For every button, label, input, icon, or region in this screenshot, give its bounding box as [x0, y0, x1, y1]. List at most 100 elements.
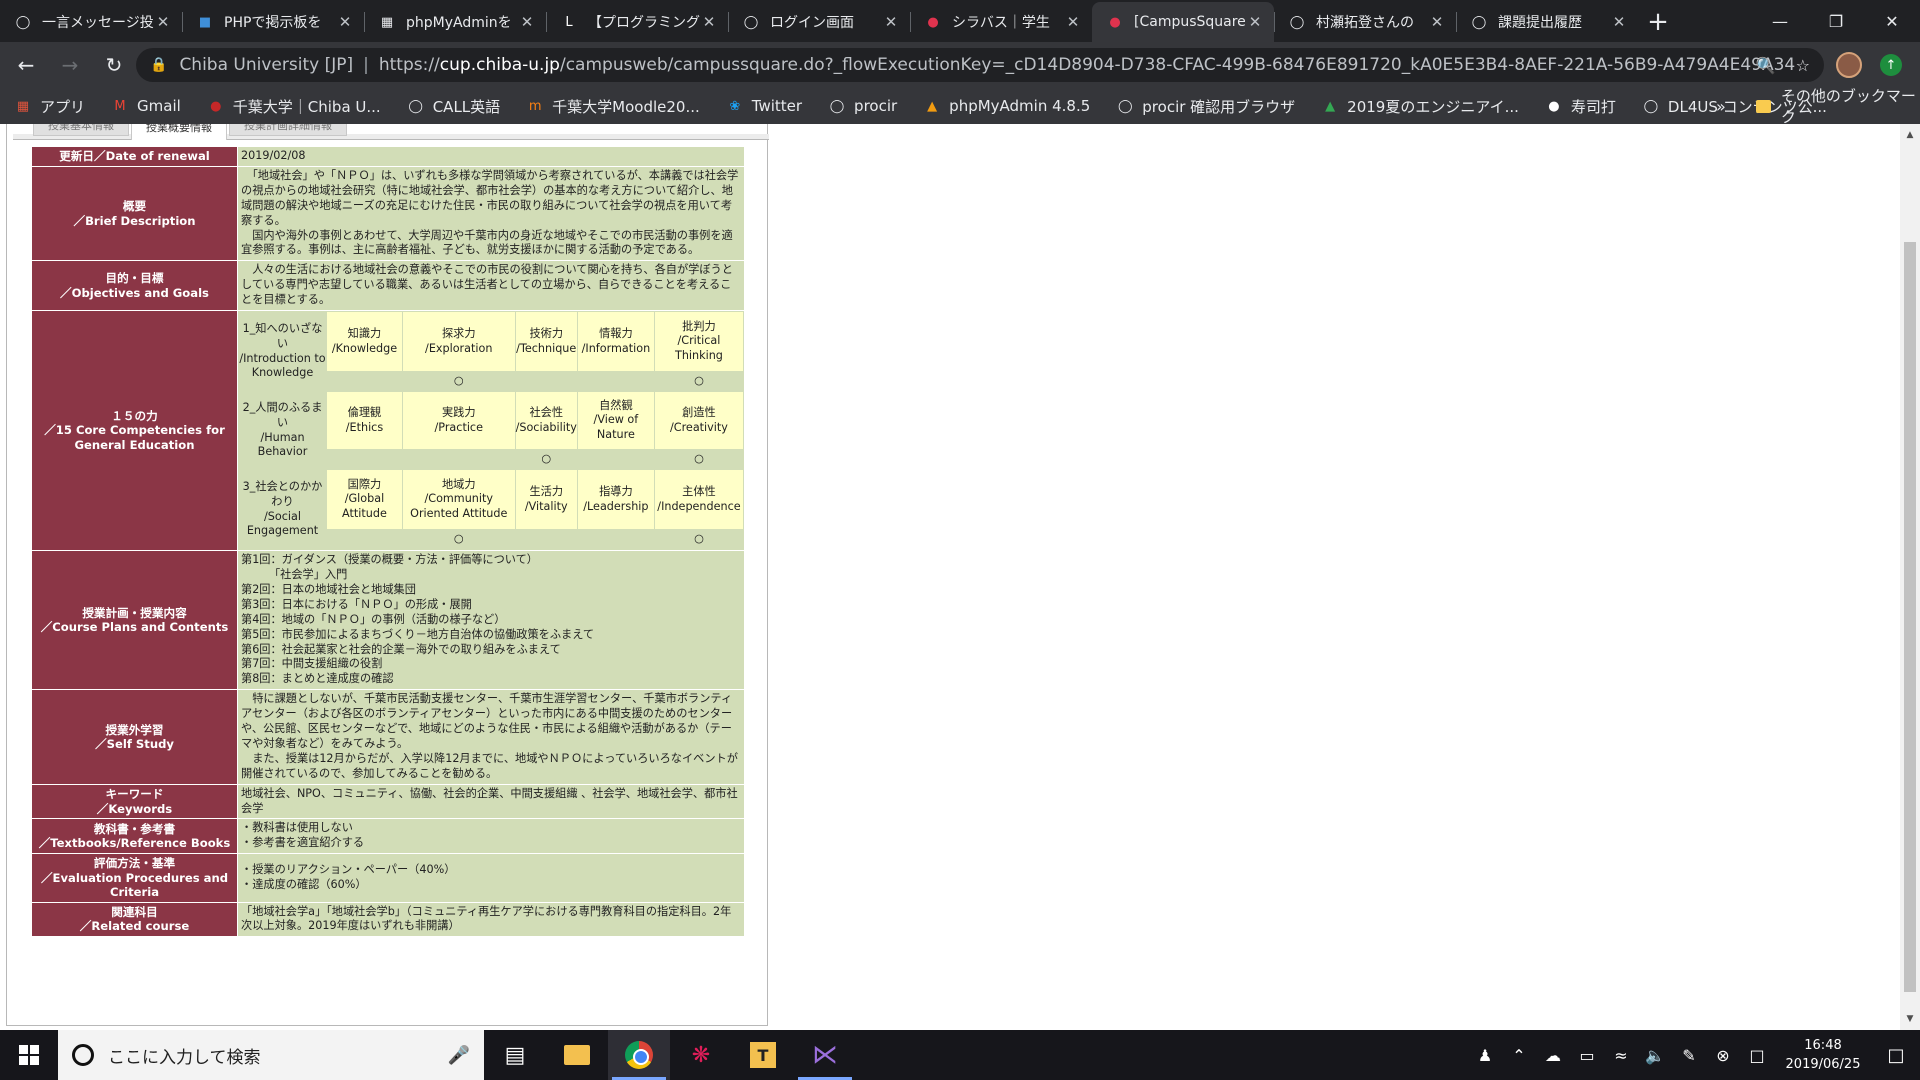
competency-item: 創造性 /Creativity	[653, 391, 745, 451]
competency-mark	[326, 529, 403, 551]
bookmark-item[interactable]: ◯ procir 確認用ブラウザ	[1116, 96, 1295, 117]
bookmark-item[interactable]: ◯ procir	[828, 97, 897, 115]
page-viewport: 授業基本情報 授業概要情報 授業計画詳細情報 更新日／Date of renew…	[0, 124, 1900, 1030]
label-renewal: 更新日／Date of renewal	[31, 146, 238, 167]
taskbar-clock[interactable]: 16:48 2019/06/25	[1780, 1036, 1866, 1074]
scroll-up-arrow-icon[interactable]: ▲	[1900, 130, 1920, 146]
forward-button[interactable]: →	[52, 47, 88, 83]
window-controls: — ❐ ✕	[1752, 0, 1920, 42]
browser-tab[interactable]: ▦ phpMyAdminを ✕	[364, 2, 546, 42]
ime-icon[interactable]: □	[1740, 1046, 1774, 1065]
update-arrow-icon[interactable]: ↑	[1880, 54, 1902, 76]
start-button[interactable]	[0, 1030, 58, 1080]
tray-chevron-up-icon[interactable]: ⌃	[1502, 1046, 1536, 1065]
notification-center-icon[interactable]: □	[1872, 1045, 1920, 1066]
minimize-button[interactable]: —	[1752, 0, 1808, 42]
close-tab-icon[interactable]: ✕	[1064, 13, 1082, 31]
competency-item: 倫理観 /Ethics	[326, 391, 403, 451]
tab-overview-info[interactable]: 授業概要情報	[131, 124, 227, 140]
browser-tab[interactable]: ■ PHPで掲示板を ✕	[182, 2, 364, 42]
other-bookmarks-button[interactable]: その他のブックマーク	[1756, 87, 1920, 126]
chiba-icon: ●	[210, 98, 222, 114]
close-tab-icon[interactable]: ✕	[336, 13, 354, 31]
bookmark-item[interactable]: ▲ 2019夏のエンジニアイ...	[1321, 96, 1519, 117]
close-tab-icon[interactable]: ✕	[1428, 13, 1446, 31]
value-plans: 第1回：ガイダンス（授業の概要・方法・評価等について） 「社会学」入門 第2回：…	[237, 550, 745, 691]
pen-icon[interactable]: ✎	[1672, 1046, 1706, 1065]
browser-tab[interactable]: ◯ 一言メッセージ投 ✕	[0, 2, 182, 42]
profile-avatar[interactable]	[1836, 52, 1862, 78]
battery-icon[interactable]: ▭	[1570, 1046, 1604, 1065]
bookmarks-overflow-button[interactable]: »	[1716, 88, 1726, 124]
browser-tab[interactable]: ◯ 課題提出履歴 ✕	[1456, 2, 1638, 42]
microphone-icon[interactable]: 🎤	[448, 1045, 470, 1066]
browser-tab[interactable]: ◯ 村瀬拓登さんの ✕	[1274, 2, 1456, 42]
twitter-icon: ❀	[729, 98, 741, 114]
bookmark-item[interactable]: ● 寿司打	[1545, 96, 1616, 117]
tab-basic-info[interactable]: 授業基本情報	[33, 124, 129, 136]
value-related: 「地域社会学a」「地域社会学b」（コミュニティ再生ケア学における専門教育科目の指…	[237, 901, 745, 938]
globe-icon: ◯	[15, 14, 31, 30]
search-placeholder: ここに入力して検索	[108, 1047, 261, 1068]
browser-tab[interactable]: ● [CampusSquare ✕	[1092, 2, 1274, 42]
bookmark-item[interactable]: m 千葉大学Moodle20...	[526, 96, 700, 117]
competency-group: 3_社会とのかかわり /Social Engagement	[238, 469, 327, 551]
bookmark-item[interactable]: ▲ phpMyAdmin 4.8.5	[923, 97, 1090, 115]
bookmark-item[interactable]: ▦ アプリ	[14, 96, 85, 117]
bookmark-item[interactable]: ● 千葉大学｜Chiba U...	[207, 96, 381, 117]
task-view-button[interactable]: ▤	[484, 1030, 546, 1080]
globe-icon: ◯	[1118, 98, 1133, 114]
competency-item: 批判力 /Critical Thinking	[653, 311, 745, 373]
chrome-taskbar-button[interactable]	[608, 1030, 670, 1080]
onedrive-icon[interactable]: ☁	[1536, 1046, 1570, 1065]
bookmark-label: procir 確認用ブラウザ	[1142, 97, 1296, 116]
close-tab-icon[interactable]: ✕	[1610, 13, 1628, 31]
close-window-button[interactable]: ✕	[1864, 0, 1920, 42]
tab-plan-detail[interactable]: 授業計画詳細情報	[229, 124, 347, 136]
page-scrollbar[interactable]: ▲ ▼	[1900, 124, 1920, 1030]
close-circle-icon[interactable]: ⊗	[1706, 1046, 1740, 1065]
competency-item: 地域力 /Community Oriented Attitude	[401, 469, 516, 531]
row-brief: 概要 ／Brief Description 「地域社会」や「ＮＰＯ」は、いずれも…	[31, 165, 745, 262]
close-tab-icon[interactable]: ✕	[1246, 13, 1264, 31]
url-host: cup.chiba-u.jp	[439, 55, 560, 75]
competency-mark	[576, 371, 655, 393]
people-icon[interactable]: ♟	[1468, 1046, 1502, 1065]
reload-button[interactable]: ↻	[96, 47, 132, 83]
back-button[interactable]: ←	[8, 47, 44, 83]
browser-tab[interactable]: ◯ ログイン画面 ✕	[728, 2, 910, 42]
new-tab-button[interactable]: +	[1638, 2, 1678, 42]
slack-taskbar-button[interactable]: ❋	[670, 1030, 732, 1080]
browser-tab[interactable]: ● シラバス｜学生 ✕	[910, 2, 1092, 42]
row-related: 関連科目 ／Related course 「地域社会学a」「地域社会学b」（コミ…	[31, 901, 745, 938]
close-tab-icon[interactable]: ✕	[518, 13, 536, 31]
volume-icon[interactable]: 🔈	[1638, 1046, 1672, 1065]
close-tab-icon[interactable]: ✕	[154, 13, 172, 31]
bookmark-star-icon[interactable]: ☆	[1796, 56, 1810, 75]
bookmark-label: procir	[854, 97, 898, 115]
bookmark-item[interactable]: ❀ Twitter	[726, 97, 802, 115]
site-identity[interactable]: Chiba University [JP]	[179, 55, 353, 75]
browser-tab[interactable]: L 【プログラミング ✕	[546, 2, 728, 42]
competency-mark: ○	[653, 449, 745, 471]
tab-list: ◯ 一言メッセージ投 ✕ ■ PHPで掲示板を ✕ ▦ phpMyAdminを ✕ L 【プログラミ…	[0, 0, 1638, 42]
close-tab-icon[interactable]: ✕	[700, 13, 718, 31]
bookmark-item[interactable]: M Gmail	[111, 97, 180, 115]
close-tab-icon[interactable]: ✕	[882, 13, 900, 31]
scrollbar-thumb[interactable]	[1904, 242, 1916, 992]
visual-studio-taskbar-button[interactable]: ⋉	[794, 1030, 856, 1080]
address-bar[interactable]: 🔒 Chiba University [JP] | https://cup.ch…	[136, 48, 1824, 82]
file-explorer-button[interactable]	[546, 1030, 608, 1080]
other-bookmarks-label: その他のブックマーク	[1780, 87, 1916, 126]
reload-icon: ↻	[105, 53, 123, 77]
label-evaluation: 評価方法・基準 ／Evaluation Procedures and Crite…	[31, 853, 238, 903]
scroll-down-arrow-icon[interactable]: ▼	[1900, 1014, 1920, 1030]
bookmark-label: 寿司打	[1570, 97, 1616, 116]
maximize-button[interactable]: ❐	[1808, 0, 1864, 42]
zoom-icon[interactable]: 🔍	[1756, 56, 1776, 75]
taskbar-search-box[interactable]: ここに入力して検索 🎤	[58, 1030, 484, 1080]
wifi-icon[interactable]: ≈	[1604, 1046, 1638, 1065]
typora-taskbar-button[interactable]: T	[732, 1030, 794, 1080]
chrome-icon	[625, 1041, 653, 1069]
bookmark-item[interactable]: ◯ CALL英語	[407, 96, 500, 117]
